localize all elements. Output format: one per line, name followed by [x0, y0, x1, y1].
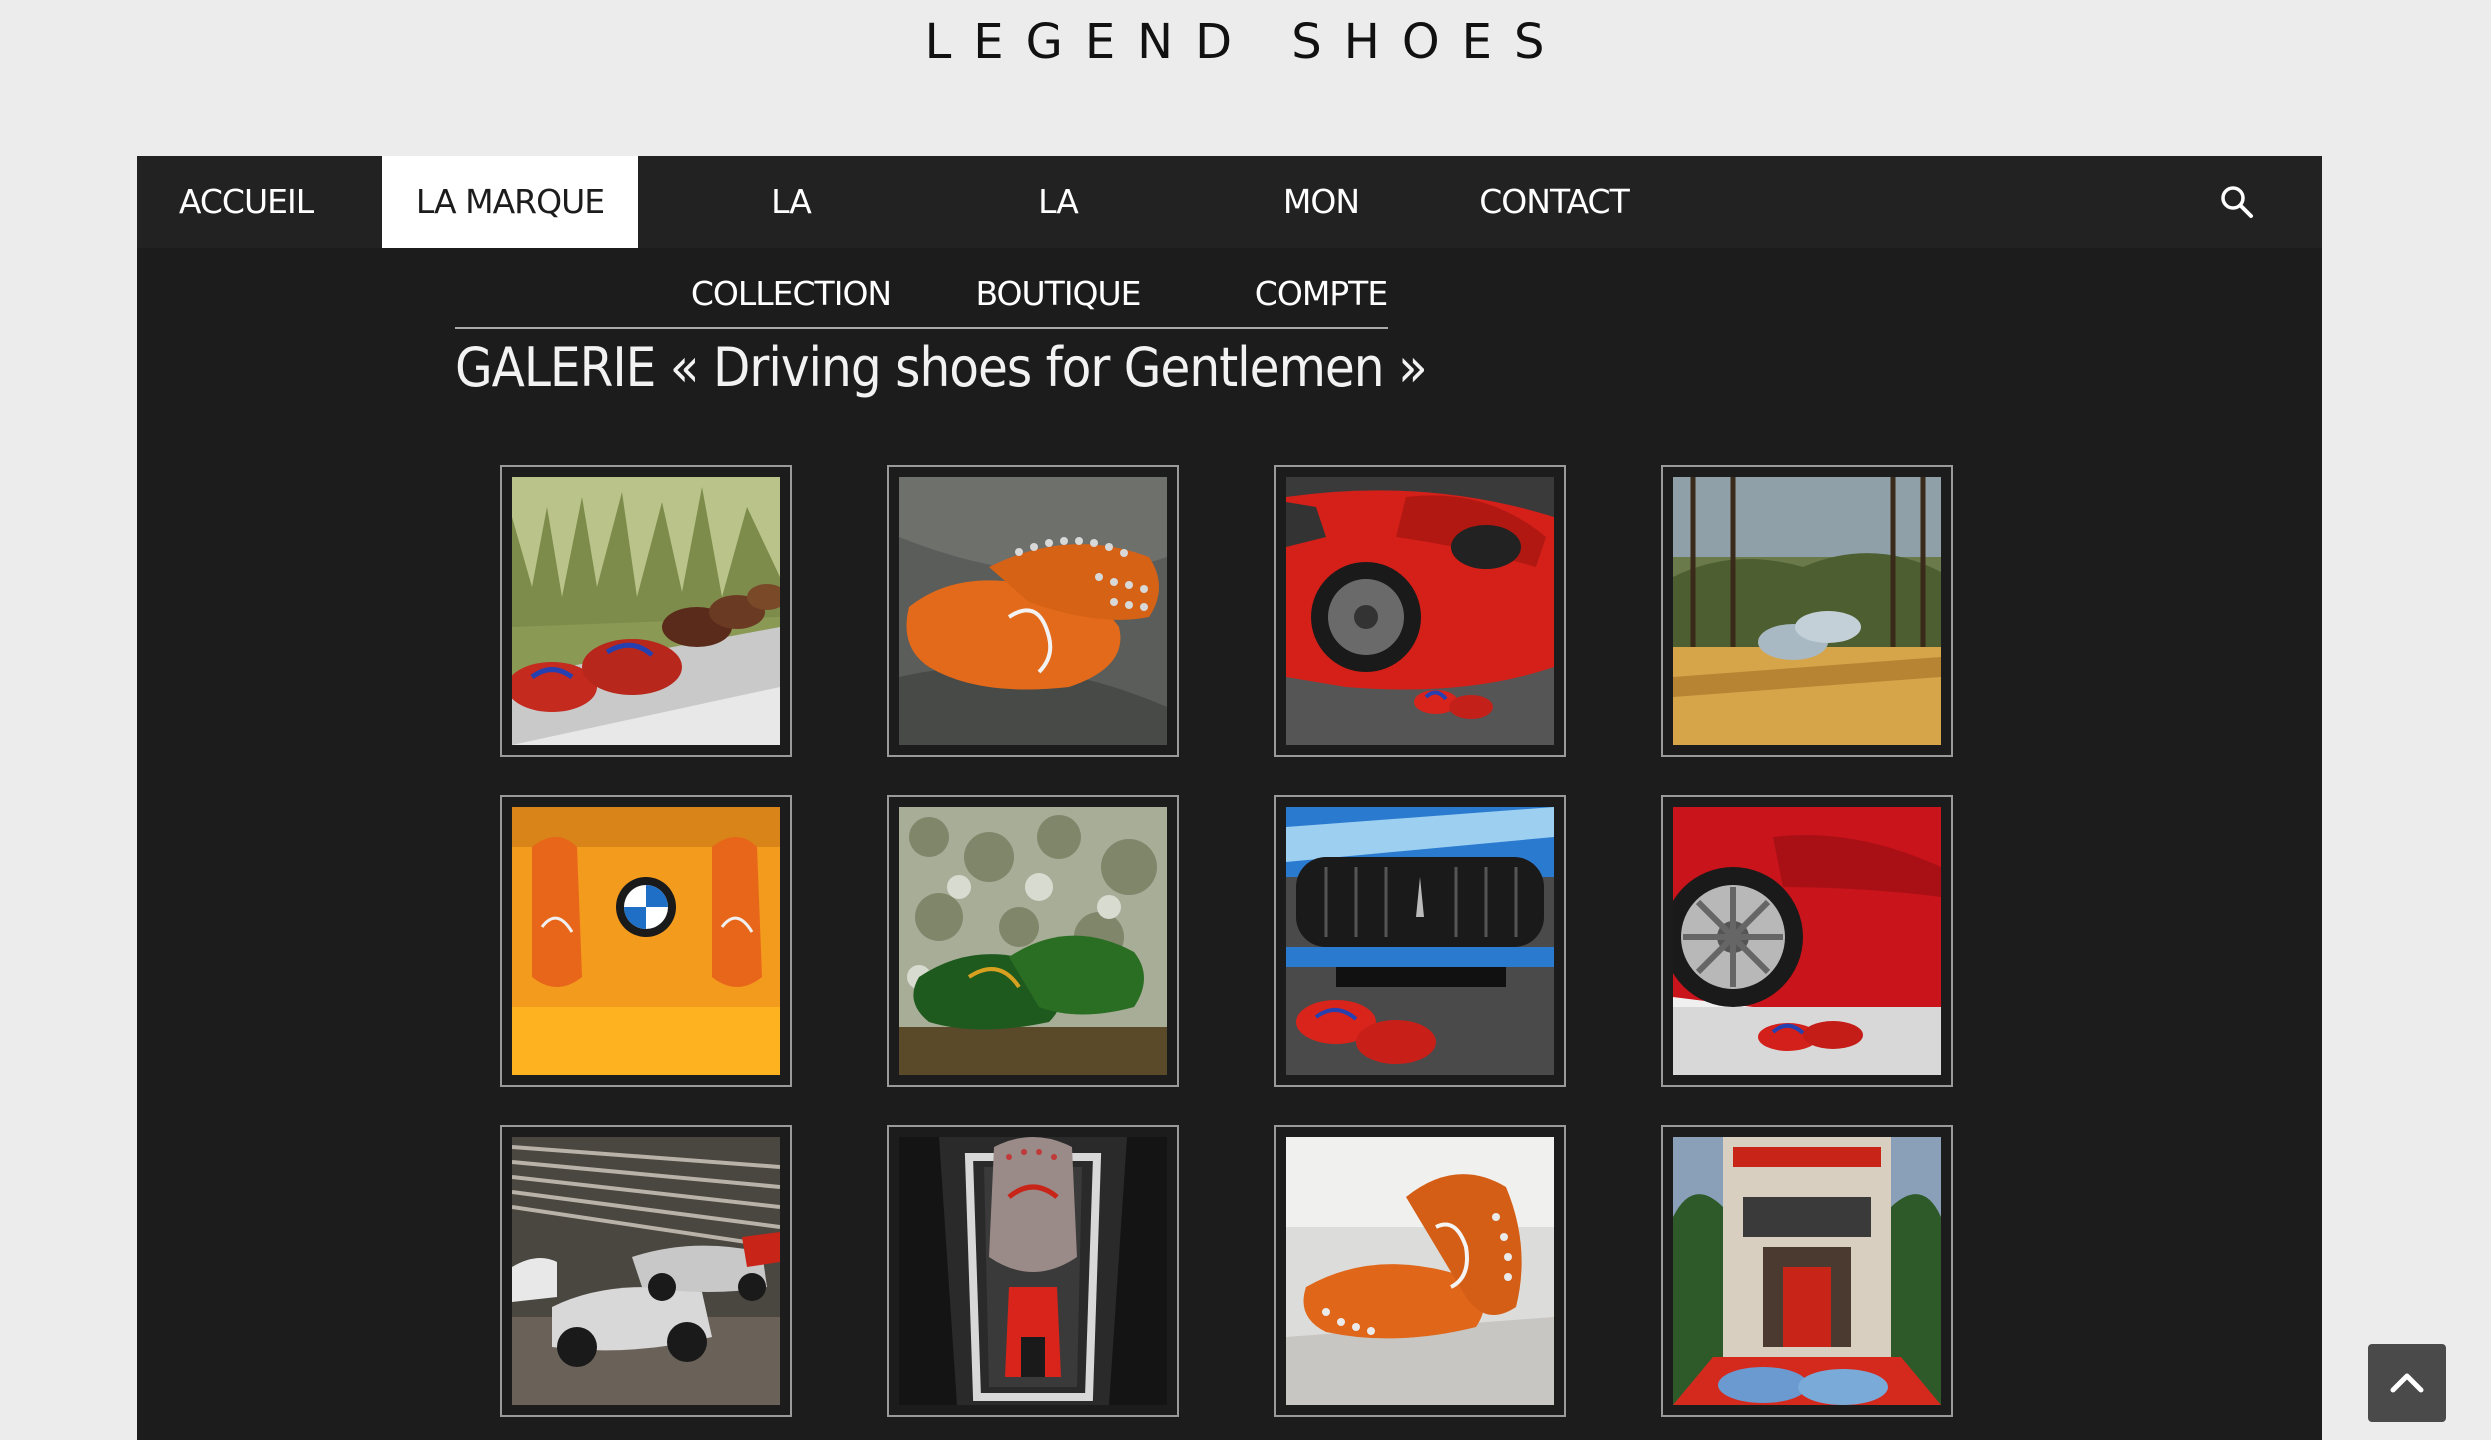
nav-item-la-marque[interactable]: LA MARQUE — [382, 156, 638, 248]
site-logo[interactable]: LEGEND SHOES — [0, 14, 2491, 70]
nav-item-contact[interactable]: CONTACT — [1479, 156, 1630, 248]
gallery-photo-6[interactable] — [887, 795, 1179, 1087]
orange-loafers-on-grey-fabric-photo — [899, 477, 1167, 745]
search-icon[interactable] — [2217, 182, 2257, 222]
nav-item-accueil[interactable]: ACCUEIL — [177, 156, 315, 248]
page-title: GALERIE « Driving shoes for Gentlemen » — [455, 336, 1428, 399]
vintage-race-cars-museum-photo — [512, 1137, 780, 1405]
main-navigation: ACCUEIL LA MARQUE LA COLLECTION LA BOUTI… — [137, 156, 2322, 313]
main-content: ACCUEIL LA MARQUE LA COLLECTION LA BOUTI… — [137, 156, 2322, 1440]
orange-loafers-on-reflective-surface-photo — [1286, 1137, 1554, 1405]
gallery-photo-3[interactable] — [1274, 465, 1566, 757]
gallery-photo-10[interactable] — [887, 1125, 1179, 1417]
gallery-photo-2[interactable] — [887, 465, 1179, 757]
gallery-photo-1[interactable] — [500, 465, 792, 757]
gallery-photo-11[interactable] — [1274, 1125, 1566, 1417]
grey-loafers-on-terrace-photo — [1673, 477, 1941, 745]
blue-maserati-with-red-shoes-photo — [1286, 807, 1554, 1075]
casino-entrance-with-shoes-photo — [1673, 1137, 1941, 1405]
grey-loafer-on-engine-photo — [899, 1137, 1167, 1405]
gallery-photo-7[interactable] — [1274, 795, 1566, 1087]
gallery-photo-8[interactable] — [1661, 795, 1953, 1087]
gallery-photo-12[interactable] — [1661, 1125, 1953, 1417]
red-sports-car-with-shoes-photo — [1286, 477, 1554, 745]
orange-loafers-with-bmw-badge-photo — [512, 807, 780, 1075]
chevron-up-icon — [2390, 1373, 2424, 1393]
scroll-to-top-button[interactable] — [2368, 1344, 2446, 1422]
gallery-photo-9[interactable] — [500, 1125, 792, 1417]
red-shoes-in-grass-photo — [512, 477, 780, 745]
gallery-photo-4[interactable] — [1661, 465, 1953, 757]
nav-item-mon-compte[interactable]: MON COMPTE — [1215, 156, 1427, 313]
green-loafers-photo — [899, 807, 1167, 1075]
nav-item-la-collection[interactable]: LA COLLECTION — [677, 156, 905, 313]
nav-item-la-boutique[interactable]: LA BOUTIQUE — [955, 156, 1161, 313]
title-divider — [455, 327, 1388, 329]
gallery-photo-5[interactable] — [500, 795, 792, 1087]
red-ferrari-with-shoes-photo — [1673, 807, 1941, 1075]
